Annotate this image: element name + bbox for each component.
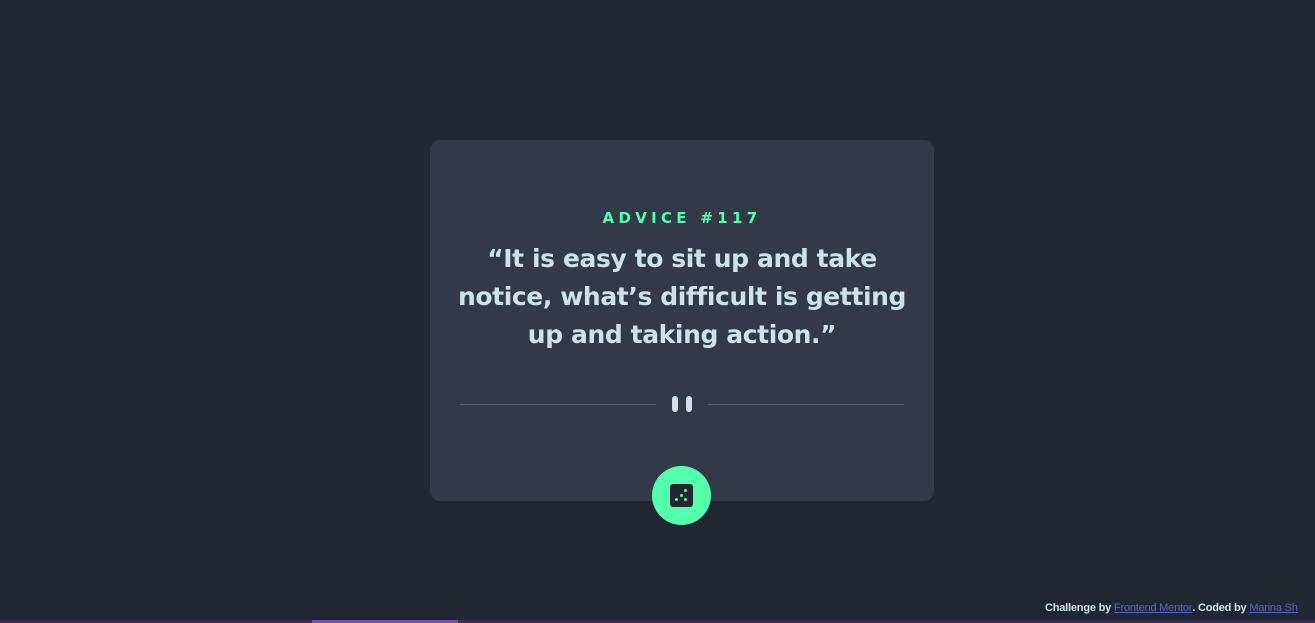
pause-bar-right [686, 396, 692, 412]
dice-pip [684, 498, 687, 501]
new-advice-dice-button[interactable] [652, 466, 711, 525]
divider-line-left [460, 404, 656, 405]
attribution: Challenge by Frontend Mentor. Coded by M… [1045, 602, 1298, 614]
dice-pip [680, 494, 683, 497]
pattern-divider [460, 396, 904, 412]
dice-pip [675, 498, 678, 501]
attribution-challenge-prefix: Challenge by [1045, 602, 1114, 614]
advice-card: ADVICE #117 “It is easy to sit up and ta… [430, 140, 934, 501]
divider-line-right [708, 404, 904, 405]
advice-number-label: ADVICE #117 [602, 209, 762, 228]
frontend-mentor-link[interactable]: Frontend Mentor [1114, 602, 1193, 614]
pause-icon [672, 396, 692, 412]
advice-quote: “It is easy to sit up and take notice, w… [457, 244, 907, 349]
author-link[interactable]: Marina Sh [1249, 602, 1298, 614]
attribution-coded-prefix: . Coded by [1192, 602, 1250, 614]
dice-icon [670, 484, 693, 507]
dice-pip [684, 489, 687, 492]
pause-bar-left [672, 396, 678, 412]
